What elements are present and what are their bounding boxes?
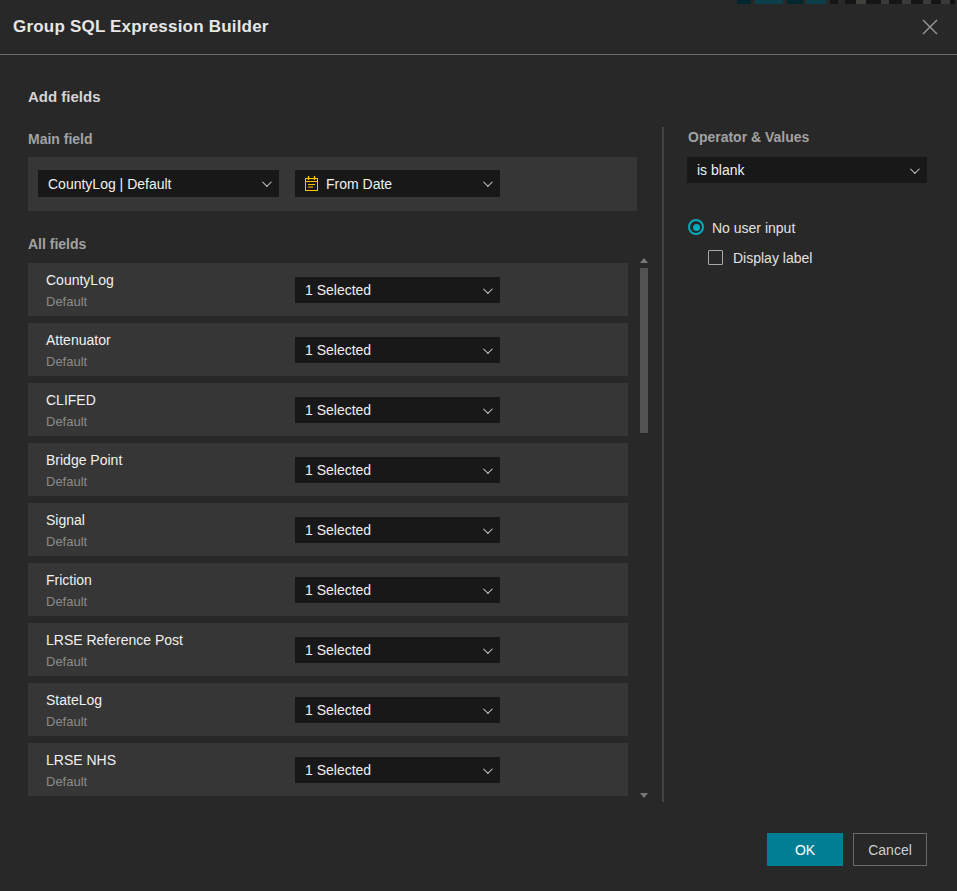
main-field-source-value: CountyLog | Default xyxy=(48,176,262,192)
field-selected-value: 1 Selected xyxy=(305,702,483,718)
main-field-field-value: From Date xyxy=(326,176,483,192)
main-field-source-select[interactable]: CountyLog | Default xyxy=(38,170,279,197)
group-sql-expression-builder-dialog: Group SQL Expression Builder Add fields … xyxy=(0,0,957,891)
all-fields-label: All fields xyxy=(28,236,86,252)
field-selected-value: 1 Selected xyxy=(305,522,483,538)
background-app-fragment xyxy=(881,0,889,4)
background-app-fragment xyxy=(755,0,783,4)
field-subtitle: Default xyxy=(46,474,87,489)
field-name: CountyLog xyxy=(46,272,114,288)
background-app-fragment xyxy=(830,0,838,4)
field-selected-value: 1 Selected xyxy=(305,342,483,358)
background-app-fragment xyxy=(737,0,751,4)
chevron-down-icon xyxy=(483,704,493,714)
scrollbar-down-arrow-icon[interactable] xyxy=(640,793,648,798)
operator-values-label: Operator & Values xyxy=(688,129,809,145)
field-row: Friction Default 1 Selected xyxy=(28,563,628,616)
field-row: StateLog Default 1 Selected xyxy=(28,683,628,736)
field-row: Bridge Point Default 1 Selected xyxy=(28,443,628,496)
chevron-down-icon xyxy=(483,644,493,654)
no-user-input-label: No user input xyxy=(712,220,795,236)
field-subtitle: Default xyxy=(46,714,87,729)
field-name: CLIFED xyxy=(46,392,96,408)
background-app-fragment xyxy=(923,0,931,4)
chevron-down-icon xyxy=(483,584,493,594)
field-selected-select[interactable]: 1 Selected xyxy=(295,577,500,603)
field-selected-select[interactable]: 1 Selected xyxy=(295,337,500,363)
radio-dot xyxy=(693,224,700,231)
cancel-button[interactable]: Cancel xyxy=(853,833,927,866)
chevron-down-icon xyxy=(262,177,272,187)
background-app-fragment xyxy=(856,0,866,4)
background-app-fragment xyxy=(941,0,950,4)
field-selected-value: 1 Selected xyxy=(305,282,483,298)
field-selected-select[interactable]: 1 Selected xyxy=(295,757,500,783)
chevron-down-icon xyxy=(483,764,493,774)
main-field-label: Main field xyxy=(28,131,93,147)
display-label-checkbox[interactable] xyxy=(708,250,723,265)
operator-value: is blank xyxy=(697,162,910,178)
field-subtitle: Default xyxy=(46,294,87,309)
field-subtitle: Default xyxy=(46,594,87,609)
main-field-panel: CountyLog | Default From Date xyxy=(28,157,637,211)
field-selected-select[interactable]: 1 Selected xyxy=(295,697,500,723)
operator-select[interactable]: is blank xyxy=(687,157,927,183)
field-selected-value: 1 Selected xyxy=(305,642,483,658)
titlebar-divider xyxy=(0,54,957,55)
field-subtitle: Default xyxy=(46,654,87,669)
field-name: LRSE NHS xyxy=(46,752,116,768)
panel-divider xyxy=(662,127,664,802)
chevron-down-icon xyxy=(483,344,493,354)
chevron-down-icon xyxy=(483,524,493,534)
background-app-fragment xyxy=(787,0,803,4)
field-row: CountyLog Default 1 Selected xyxy=(28,263,628,316)
field-subtitle: Default xyxy=(46,534,87,549)
chevron-down-icon xyxy=(483,464,493,474)
close-icon[interactable] xyxy=(921,18,941,38)
field-row: LRSE NHS Default 1 Selected xyxy=(28,743,628,796)
dialog-title: Group SQL Expression Builder xyxy=(13,17,269,37)
field-selected-select[interactable]: 1 Selected xyxy=(295,397,500,423)
field-selected-select[interactable]: 1 Selected xyxy=(295,457,500,483)
field-name: Friction xyxy=(46,572,92,588)
field-selected-value: 1 Selected xyxy=(305,462,483,478)
main-field-field-select[interactable]: From Date xyxy=(295,170,500,197)
scrollbar-thumb[interactable] xyxy=(640,268,648,433)
field-name: StateLog xyxy=(46,692,102,708)
background-app-fragment xyxy=(806,0,826,4)
field-name: Attenuator xyxy=(46,332,111,348)
chevron-down-icon xyxy=(910,164,920,174)
field-selected-value: 1 Selected xyxy=(305,402,483,418)
background-app-fragment xyxy=(902,0,911,4)
scrollbar-up-arrow-icon[interactable] xyxy=(640,258,648,263)
calendar-icon xyxy=(305,176,318,191)
field-row: LRSE Reference Post Default 1 Selected xyxy=(28,623,628,676)
chevron-down-icon xyxy=(483,404,493,414)
field-row: Signal Default 1 Selected xyxy=(28,503,628,556)
field-selected-select[interactable]: 1 Selected xyxy=(295,517,500,543)
add-fields-heading: Add fields xyxy=(28,88,101,105)
field-subtitle: Default xyxy=(46,774,87,789)
field-selected-value: 1 Selected xyxy=(305,762,483,778)
field-subtitle: Default xyxy=(46,354,87,369)
field-selected-value: 1 Selected xyxy=(305,582,483,598)
field-row: Attenuator Default 1 Selected xyxy=(28,323,628,376)
chevron-down-icon xyxy=(483,284,493,294)
field-selected-select[interactable]: 1 Selected xyxy=(295,277,500,303)
field-name: Bridge Point xyxy=(46,452,122,468)
field-subtitle: Default xyxy=(46,414,87,429)
ok-button[interactable]: OK xyxy=(767,833,843,866)
field-row: CLIFED Default 1 Selected xyxy=(28,383,628,436)
chevron-down-icon xyxy=(483,177,493,187)
field-name: Signal xyxy=(46,512,85,528)
field-selected-select[interactable]: 1 Selected xyxy=(295,637,500,663)
display-label-label: Display label xyxy=(733,250,812,266)
field-name: LRSE Reference Post xyxy=(46,632,183,648)
